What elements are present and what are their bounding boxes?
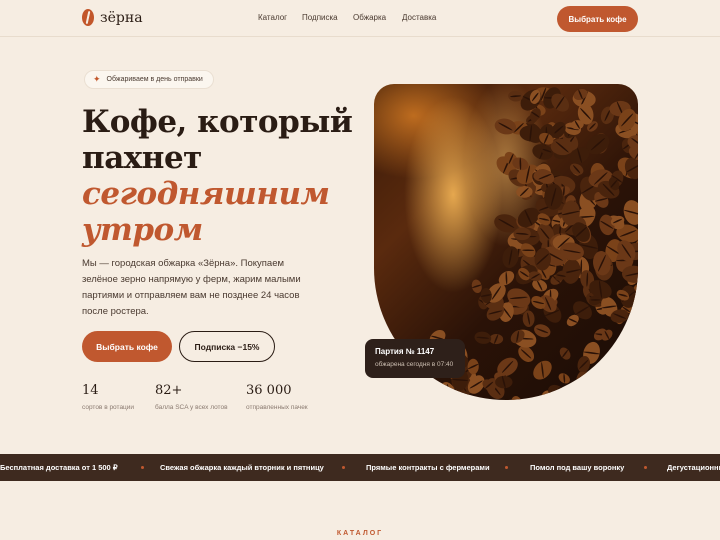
separator-dot [342, 466, 345, 469]
nav-subscription[interactable]: Подписка [302, 13, 338, 22]
site-header: зёрна Каталог Подписка Обжарка Доставка … [0, 0, 720, 37]
hero-title-line-1: Кофе, который [82, 104, 353, 140]
stat-packs: 36 000 отправленных пачек [246, 383, 308, 411]
subscription-button[interactable]: Подписка −15% [179, 331, 275, 362]
catalog-section-label: КАТАЛОГ [336, 530, 384, 537]
header-cta-button[interactable]: Выбрать кофе [557, 6, 638, 32]
batch-title: Партия № 1147 [375, 347, 435, 356]
roast-badge: ✦ Обжариваем в день отправки [84, 70, 214, 89]
sparkle-icon: ✦ [93, 74, 101, 84]
hero-title-line-2: пахнет [82, 140, 202, 176]
hero-title-accent-2: утром [82, 212, 203, 248]
hero-title-accent-1: сегодняшним [82, 176, 330, 212]
coffee-bean-icon [82, 9, 94, 26]
ticker-item: Помол под вашу воронку [530, 463, 625, 472]
ticker-item: Бесплатная доставка от 1 500 ₽ [0, 463, 118, 472]
ticker-item: Свежая обжарка каждый вторник и пятницу [160, 463, 324, 472]
stat-label: отправленных пачек [246, 404, 308, 411]
separator-dot [644, 466, 647, 469]
stat-value: 82+ [155, 383, 183, 398]
coffee-bean [511, 396, 523, 400]
promo-ticker: Бесплатная доставка от 1 500 ₽ Свежая об… [0, 454, 720, 481]
nav-roasting[interactable]: Обжарка [353, 13, 386, 22]
stat-varieties: 14 сортов в ротации [82, 383, 134, 411]
nav-catalog[interactable]: Каталог [258, 13, 287, 22]
stat-value: 14 [82, 383, 99, 398]
stat-sca: 82+ балла SCA у всех лотов [155, 383, 228, 411]
stat-label: балла SCA у всех лотов [155, 404, 228, 411]
nav-delivery[interactable]: Доставка [402, 13, 436, 22]
choose-coffee-button[interactable]: Выбрать кофе [82, 331, 172, 362]
batch-card: Партия № 1147 обжарена сегодня в 07:40 [365, 339, 465, 378]
coffee-bean-crease [590, 299, 601, 301]
separator-dot [505, 466, 508, 469]
ticker-item: Дегустационные [667, 463, 720, 472]
badge-text: Обжариваем в день отправки [106, 76, 203, 83]
logo[interactable]: зёрна [82, 9, 143, 26]
stat-label: сортов в ротации [82, 404, 135, 411]
stat-value: 36 000 [246, 383, 292, 398]
logo-text: зёрна [100, 9, 143, 26]
hero-description: Мы — городская обжарка «Зёрна». Покупаем… [82, 258, 301, 317]
separator-dot [141, 466, 144, 469]
hero-title: Кофе, который пахнет сегодняшним утром [82, 104, 353, 248]
ticker-item: Прямые контракты с фермерами [366, 463, 490, 472]
batch-subtitle: обжарена сегодня в 07:40 [375, 361, 454, 368]
